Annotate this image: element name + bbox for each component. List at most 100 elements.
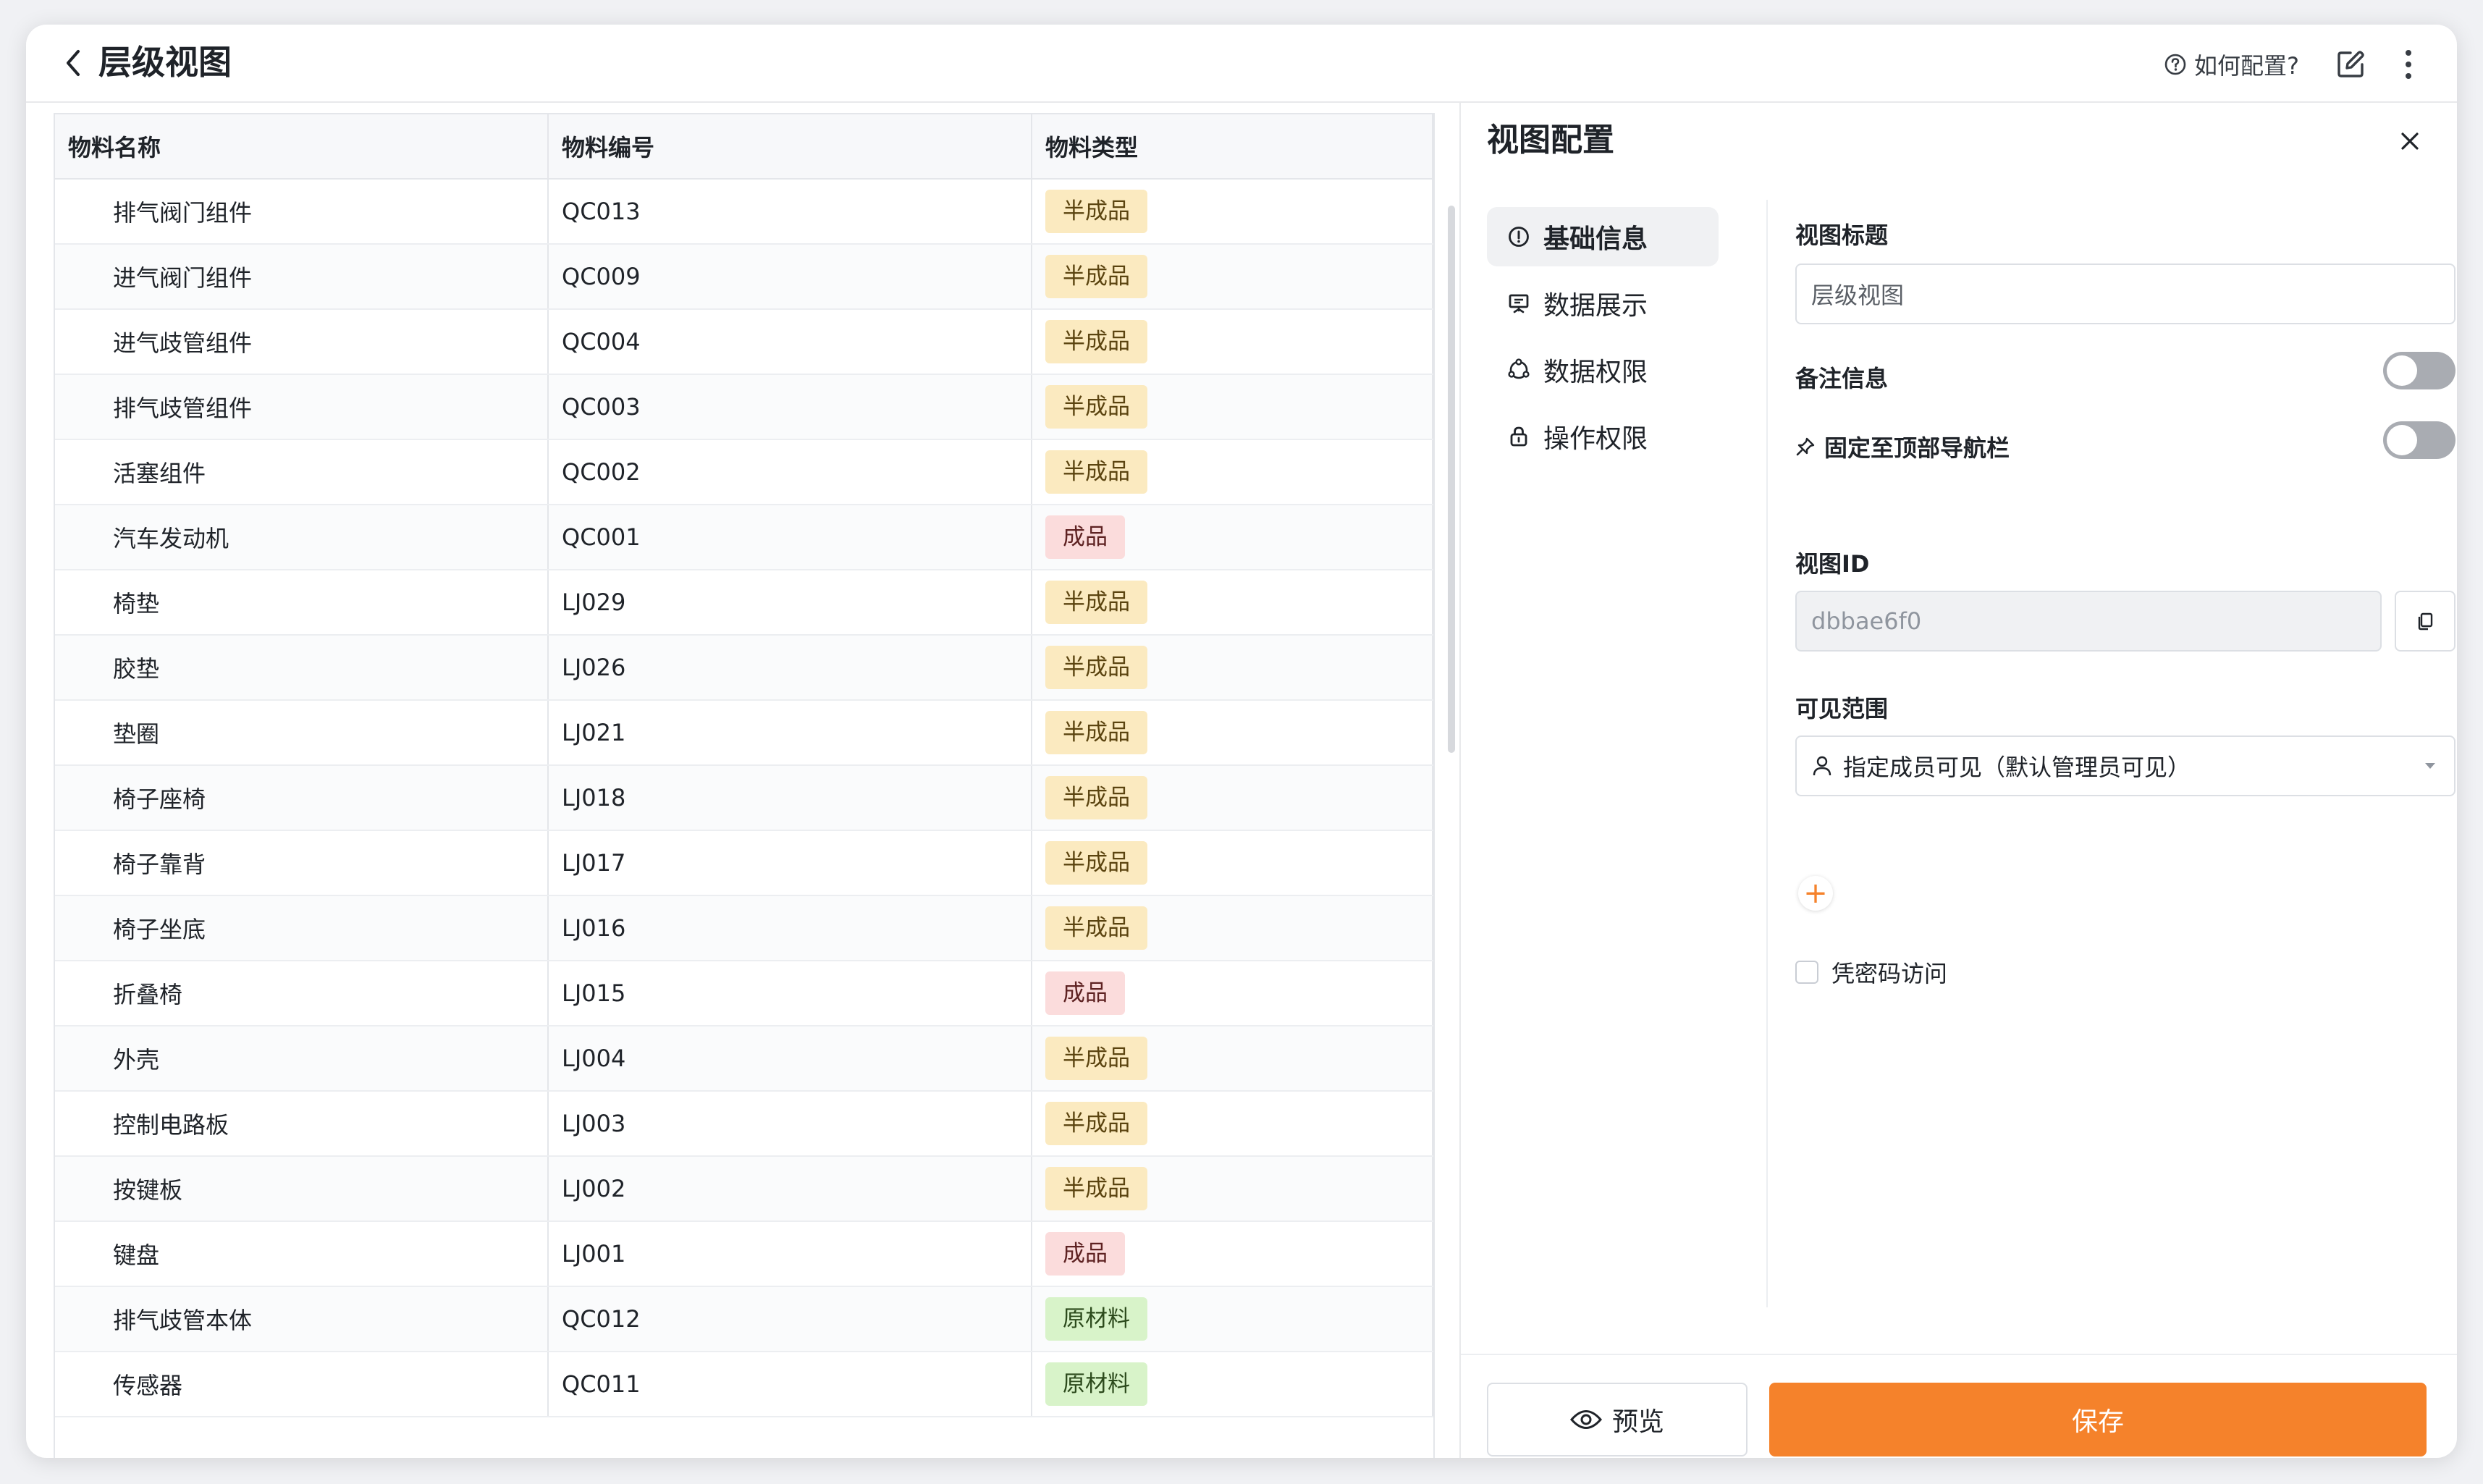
cell-material-name: 汽车发动机 <box>55 505 549 570</box>
cell-material-code: QC012 <box>548 1286 1032 1352</box>
cell-material-type: 半成品 <box>1032 765 1433 831</box>
password-access-row[interactable]: 凭密码访问 <box>1795 956 1947 989</box>
cell-material-type: 成品 <box>1032 505 1433 570</box>
type-tag: 半成品 <box>1045 581 1147 624</box>
edit-button[interactable] <box>2331 45 2370 84</box>
table-row[interactable]: 排气阀门组件 QC013 半成品 <box>55 179 1433 245</box>
cell-material-code: LJ016 <box>548 895 1032 961</box>
caret-down-icon <box>2425 763 2435 769</box>
table-row[interactable]: 椅子座椅 LJ018 半成品 <box>55 765 1433 831</box>
pin-toggle[interactable] <box>2383 421 2455 459</box>
type-tag: 原材料 <box>1045 1297 1147 1341</box>
table-row[interactable]: 控制电路板 LJ003 半成品 <box>55 1091 1433 1157</box>
add-member-button[interactable]: + <box>1798 876 1833 911</box>
table-row[interactable]: 进气阀门组件 QC009 半成品 <box>55 244 1433 310</box>
top-bar: 层级视图 如何配置? <box>26 25 2457 103</box>
cell-material-code: LJ018 <box>548 765 1032 831</box>
nav-item-data-display[interactable]: 数据展示 <box>1487 274 1719 333</box>
view-config-panel: 视图配置 基础信息 数据展示 数据权限 操作权限 视图标题 层级视图 备注信息 … <box>1459 101 2457 1458</box>
close-icon <box>2401 132 2419 150</box>
more-vertical-icon <box>2406 50 2411 79</box>
table-row[interactable]: 折叠椅 LJ015 成品 <box>55 961 1433 1026</box>
cell-material-type: 半成品 <box>1032 1026 1433 1092</box>
nav-item-label: 基础信息 <box>1543 224 1648 254</box>
copy-button[interactable] <box>2395 591 2455 652</box>
cell-material-name: 按键板 <box>55 1156 549 1222</box>
save-label: 保存 <box>2071 1407 2124 1437</box>
help-link[interactable]: 如何配置? <box>2164 46 2299 83</box>
cell-material-type: 半成品 <box>1032 439 1433 505</box>
cell-material-name: 椅垫 <box>55 570 549 636</box>
table-row[interactable]: 椅子坐底 LJ016 半成品 <box>55 895 1433 961</box>
save-button[interactable]: 保存 <box>1769 1383 2427 1456</box>
close-button[interactable] <box>2392 123 2428 159</box>
table-row[interactable]: 汽车发动机 QC001 成品 <box>55 505 1433 570</box>
table-row[interactable]: 按键板 LJ002 半成品 <box>55 1156 1433 1222</box>
material-table: 物料名称 物料编号 物料类型 排气阀门组件 QC013 半成品 进气阀门组件 QC009… <box>54 113 1435 1458</box>
column-header-type[interactable]: 物料类型 <box>1032 114 1433 180</box>
app-window: 层级视图 如何配置? 物料名称 物料编号 物料类型 排气阀门组件 QC013 半… <box>26 25 2457 1458</box>
cell-material-name: 进气歧管组件 <box>55 309 549 375</box>
cell-material-name: 排气歧管本体 <box>55 1286 549 1352</box>
page-title: 层级视图 <box>98 43 232 82</box>
nav-divider <box>1766 200 1768 1307</box>
table-row[interactable]: 椅垫 LJ029 半成品 <box>55 570 1433 636</box>
table-row[interactable]: 垫圈 LJ021 半成品 <box>55 700 1433 766</box>
preview-button[interactable]: 预览 <box>1487 1383 1748 1456</box>
column-header-code[interactable]: 物料编号 <box>548 114 1032 180</box>
visibility-value: 指定成员可见（默认管理员可见） <box>1843 754 2191 781</box>
table-row[interactable]: 进气歧管组件 QC004 半成品 <box>55 309 1433 375</box>
view-id-field: dbbae6f0 <box>1795 591 2382 652</box>
type-tag: 成品 <box>1045 515 1125 559</box>
table-row[interactable]: 键盘 LJ001 成品 <box>55 1221 1433 1287</box>
remark-toggle[interactable] <box>2383 352 2455 389</box>
table-row[interactable]: 排气歧管本体 QC012 原材料 <box>55 1286 1433 1352</box>
type-tag: 半成品 <box>1045 190 1147 233</box>
lock-icon <box>1510 426 1527 447</box>
cell-material-type: 半成品 <box>1032 179 1433 245</box>
back-button[interactable] <box>55 45 91 81</box>
table-scrollbar[interactable] <box>1448 206 1455 753</box>
type-tag: 半成品 <box>1045 1037 1147 1080</box>
table-header-row: 物料名称 物料编号 物料类型 <box>55 114 1433 180</box>
info-icon <box>1509 227 1529 247</box>
column-header-name[interactable]: 物料名称 <box>55 114 549 180</box>
nav-item-basic-info[interactable]: 基础信息 <box>1487 207 1719 266</box>
nav-item-data-permission[interactable]: 数据权限 <box>1487 340 1719 400</box>
visibility-select[interactable]: 指定成员可见（默认管理员可见） <box>1795 735 2455 796</box>
cell-material-type: 半成品 <box>1032 1091 1433 1157</box>
plus-icon: + <box>1803 877 1828 910</box>
cell-material-name: 排气阀门组件 <box>55 179 549 245</box>
cell-material-code: QC002 <box>548 439 1032 505</box>
type-tag: 半成品 <box>1045 320 1147 363</box>
cell-material-type: 半成品 <box>1032 700 1433 766</box>
table-row[interactable]: 椅子靠背 LJ017 半成品 <box>55 830 1433 896</box>
visibility-label: 可见范围 <box>1795 695 1889 722</box>
cell-material-code: QC009 <box>548 244 1032 310</box>
type-tag: 半成品 <box>1045 450 1147 494</box>
cell-material-name: 折叠椅 <box>55 961 549 1026</box>
cell-material-name: 外壳 <box>55 1026 549 1092</box>
table-row[interactable]: 传感器 QC011 原材料 <box>55 1352 1433 1417</box>
cell-material-name: 椅子座椅 <box>55 765 549 831</box>
password-label: 凭密码访问 <box>1831 960 1948 987</box>
table-row[interactable]: 胶垫 LJ026 半成品 <box>55 635 1433 701</box>
table-row[interactable]: 排气歧管组件 QC003 半成品 <box>55 374 1433 440</box>
cell-material-name: 椅子靠背 <box>55 830 549 896</box>
data-permission-icon <box>1508 358 1530 379</box>
password-checkbox[interactable] <box>1795 961 1818 984</box>
more-button[interactable] <box>2389 45 2428 84</box>
edit-icon <box>2337 51 2364 77</box>
table-row[interactable]: 外壳 LJ004 半成品 <box>55 1026 1433 1092</box>
panel-title: 视图配置 <box>1487 122 1614 159</box>
pin-icon <box>1796 437 1815 456</box>
type-tag: 半成品 <box>1045 385 1147 429</box>
cell-material-name: 进气阀门组件 <box>55 244 549 310</box>
cell-material-name: 活塞组件 <box>55 439 549 505</box>
cell-material-code: QC011 <box>548 1352 1032 1417</box>
table-row[interactable]: 活塞组件 QC002 半成品 <box>55 439 1433 505</box>
view-title-input[interactable]: 层级视图 <box>1795 264 2455 324</box>
cell-material-name: 键盘 <box>55 1221 549 1287</box>
nav-item-operation-permission[interactable]: 操作权限 <box>1487 407 1719 466</box>
cell-material-code: LJ001 <box>548 1221 1032 1287</box>
